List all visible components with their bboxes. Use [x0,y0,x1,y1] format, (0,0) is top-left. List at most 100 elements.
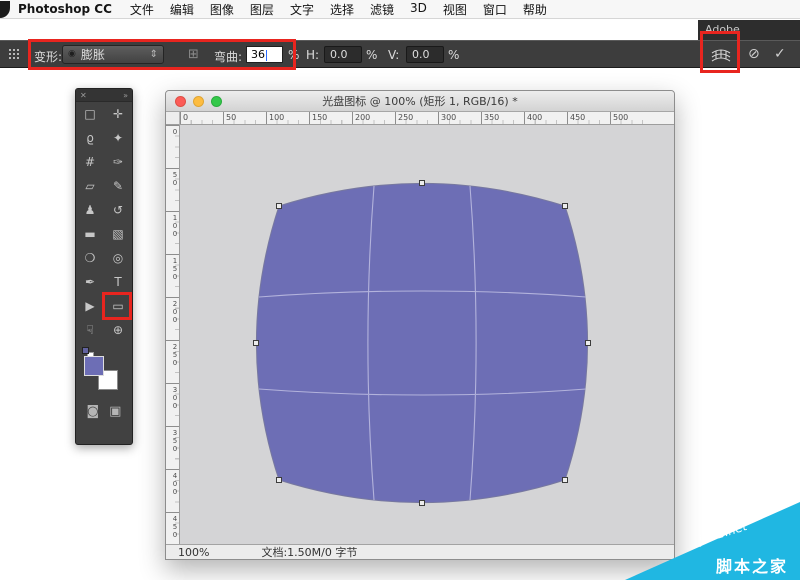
options-bar: 变形: ◉ 膨胀 ⇕ ⊞ 弯曲: 36 % H: 0.0 % V: 0.0 % … [0,40,800,68]
history-brush-tool[interactable]: ↺ [104,198,132,222]
gradient-tool[interactable]: ▧ [104,222,132,246]
panel-collapse-icon[interactable]: » [123,91,128,100]
warp-style-dropdown[interactable]: ◉ 膨胀 ⇕ [62,45,164,64]
ruler-tick-label: 450 [166,512,179,544]
zoom-tool[interactable]: ⊕ [104,318,132,342]
tool-icon: ⊕ [113,324,123,336]
foreground-color-swatch[interactable] [84,356,104,376]
h-input[interactable]: 0.0 [324,46,362,63]
cancel-transform-button[interactable]: ⊘ [748,46,760,62]
rectangular-marquee-tool[interactable]: □ [76,102,104,126]
ruler-top[interactable]: 050100150200250300350400450500 [180,112,674,125]
v-label: V: [388,48,399,62]
pen-tool[interactable]: ✒ [76,270,104,294]
document-window: 光盘图标 @ 100% (矩形 1, RGB/16) * 05010015020… [165,90,675,560]
warp-anchor[interactable] [277,478,282,483]
menu-item[interactable]: 3D [410,1,427,18]
warp-label: 变形: [34,48,62,65]
path-selection-tool[interactable]: ▶ [76,294,104,318]
app-window-title: Adobe Photoshop [698,20,800,40]
type-tool[interactable]: T [104,270,132,294]
reference-grid-icon[interactable]: ⊞ [188,48,199,61]
ruler-tick-label: 350 [166,426,179,469]
dodge-tool[interactable]: ◎ [104,246,132,270]
menu-item[interactable]: 帮助 [523,1,547,18]
blur-tool[interactable]: ❍ [76,246,104,270]
eyedropper-tool[interactable]: ✑ [104,150,132,174]
warp-anchor[interactable] [254,341,259,346]
tool-icon: ✎ [113,180,123,192]
screen-mode-icon[interactable]: ▣ [109,404,121,419]
menu-item[interactable]: 选择 [330,1,354,18]
warp-anchor[interactable] [277,204,282,209]
ruler-tick-label: 450 [567,112,610,124]
ruler-corner[interactable] [166,112,180,125]
menu-item[interactable]: 窗口 [483,1,507,18]
tool-icon: ☟ [86,324,93,336]
warp-orientation-button[interactable] [706,45,736,66]
menu-item[interactable]: 文字 [290,1,314,18]
panel-close-icon[interactable]: ✕ [80,91,87,100]
menu-item[interactable]: 图像 [210,1,234,18]
quick-mask-icon[interactable]: ◙ [87,404,100,419]
canvas[interactable] [180,125,674,544]
hand-tool[interactable]: ☟ [76,318,104,342]
tool-icon: ϱ [86,132,94,144]
menubar-app-name[interactable]: Photoshop CC [18,2,112,16]
warp-anchor[interactable] [420,501,425,506]
tool-icon: ✛ [113,108,123,120]
ruler-left[interactable]: 050100150200250300350400450500 [166,125,180,544]
zoom-level[interactable]: 100% [178,546,209,559]
warp-orientation-icon [711,48,731,63]
minimize-button[interactable] [193,96,204,107]
ruler-tick-label: 50 [223,112,266,124]
h-label: H: [306,48,319,62]
tool-icon: □ [84,108,95,120]
apple-menu-icon[interactable] [0,1,10,18]
commit-transform-button[interactable]: ✓ [774,46,786,62]
crop-tool[interactable]: # [76,150,104,174]
eraser-tool[interactable]: ▬ [76,222,104,246]
warp-anchor[interactable] [586,341,591,346]
site-watermark: jb51.net 脚本之家 [625,502,800,580]
zoom-button[interactable] [211,96,222,107]
dot-grid-icon [9,49,11,51]
tool-preset-icon[interactable] [9,49,23,61]
warp-shape[interactable] [257,184,588,503]
tool-icon: ❍ [85,252,96,264]
warp-anchor[interactable] [563,478,568,483]
menu-item[interactable]: 图层 [250,1,274,18]
warp-anchor[interactable] [420,181,425,186]
brush-tool[interactable]: ✎ [104,174,132,198]
clone-stamp-tool[interactable]: ♟ [76,198,104,222]
healing-brush-tool[interactable]: ▱ [76,174,104,198]
ruler-tick-label: 350 [481,112,524,124]
menu-item[interactable]: 文件 [130,1,154,18]
rectangle-tool[interactable]: ▭ [104,294,132,318]
close-button[interactable] [175,96,186,107]
dropdown-stepper-icon: ⇕ [150,49,158,60]
ruler-tick-label: 400 [524,112,567,124]
document-status-bar: 100% 文档:1.50M/0 字节 [166,544,674,559]
warp-style-icon: ◉ [68,50,76,59]
screen: Photoshop CC 文件编辑图像图层文字选择滤镜 3D 视图窗口帮助 Adob… [0,0,800,580]
menubar: Photoshop CC 文件编辑图像图层文字选择滤镜 3D 视图窗口帮助 [0,0,800,19]
tool-icon: ◎ [113,252,123,264]
menu-item[interactable]: 滤镜 [370,1,394,18]
lasso-tool[interactable]: ϱ [76,126,104,150]
tool-panel-header: ✕ » [76,89,132,102]
menu-item[interactable]: 视图 [443,1,467,18]
quick-selection-tool[interactable]: ✦ [104,126,132,150]
tool-icon: ↺ [113,204,123,216]
warp-anchor[interactable] [563,204,568,209]
ruler-tick-label: 200 [352,112,395,124]
ruler-tick-label: 50 [166,168,179,211]
tool-icon: ✒ [85,276,95,288]
menu-item[interactable]: 编辑 [170,1,194,18]
v-input[interactable]: 0.0 [406,46,444,63]
tool-grid: □ ✛ ϱ ✦ # ✑ ▱ ✎ ♟ ↺ ▬ ▧ [76,102,132,342]
document-titlebar[interactable]: 光盘图标 @ 100% (矩形 1, RGB/16) * [166,91,674,112]
bend-input[interactable]: 36 [246,46,283,63]
move-tool[interactable]: ✛ [104,102,132,126]
default-foreground-icon [82,347,89,354]
